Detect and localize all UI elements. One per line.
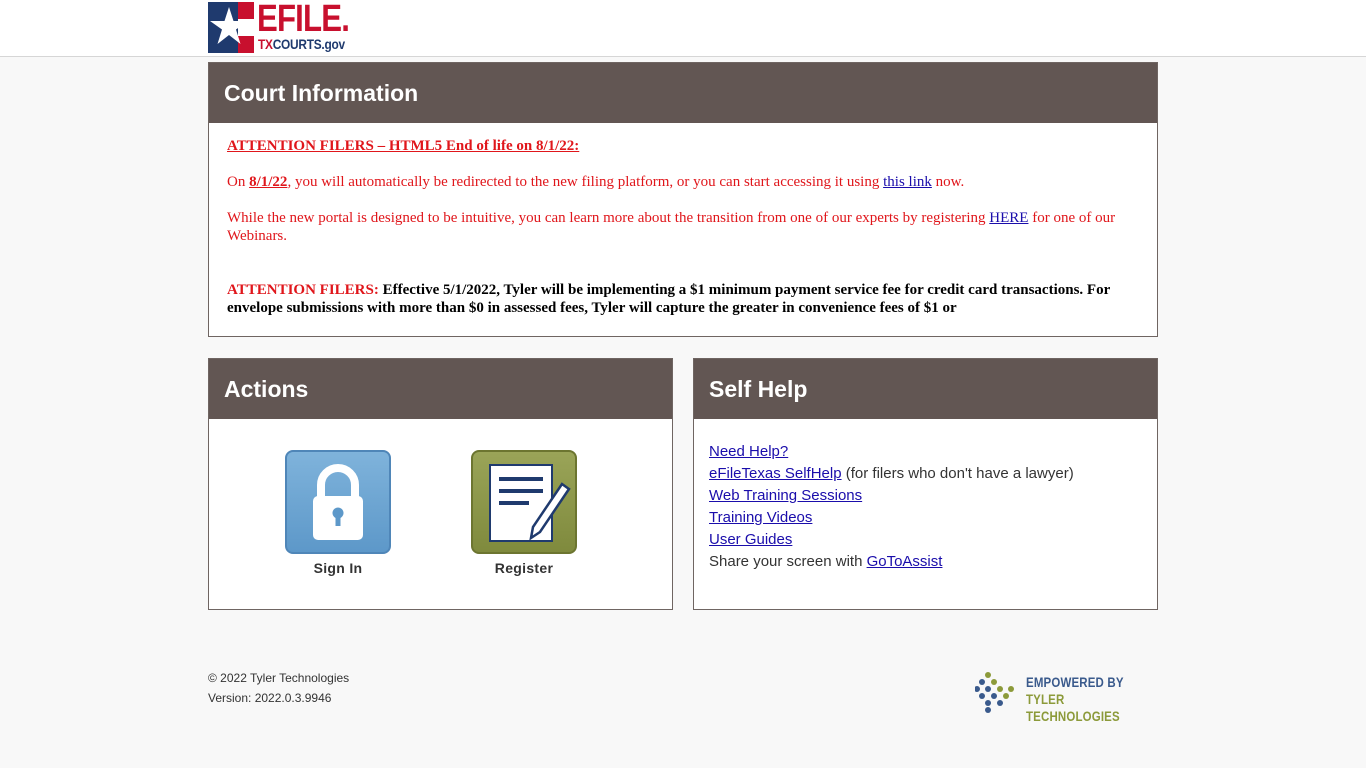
efiletexas-selfhelp-link[interactable]: eFileTexas SelfHelp xyxy=(709,465,842,482)
notice-fee-label: ATTENTION FILERS: xyxy=(227,282,379,298)
user-guides-link[interactable]: User Guides xyxy=(709,531,792,548)
actions-title: Actions xyxy=(209,359,672,419)
self-help-links: Need Help? eFileTexas SelfHelp (for file… xyxy=(694,419,1157,573)
web-training-sessions-link[interactable]: Web Training Sessions xyxy=(709,487,862,504)
texas-star-icon xyxy=(208,2,254,53)
efile-texas-logo[interactable]: EFILE. TXCOURTS.gov xyxy=(208,0,358,54)
copyright-text: © 2022 Tyler Technologies xyxy=(208,671,350,685)
tyler-dots-icon xyxy=(975,672,1014,713)
logo-efile-text: EFILE. xyxy=(257,0,350,40)
empowered-by-tyler-logo: EMPOWERED BY TYLER TECHNOLOGIES xyxy=(975,670,1155,724)
training-videos-link[interactable]: Training Videos xyxy=(709,509,812,526)
cutoff-date: 8/1/22 xyxy=(249,174,288,190)
notice-html5-paragraph-2: While the new portal is designed to be i… xyxy=(227,210,1116,244)
court-information-panel: Court Information ATTENTION FILERS – HTM… xyxy=(208,62,1158,337)
version-text: Version: 2022.0.3.9946 xyxy=(208,691,332,705)
footer: © 2022 Tyler Technologies Version: 2022.… xyxy=(208,668,349,708)
empowered-by-text: EMPOWERED BY xyxy=(1026,674,1124,690)
self-help-title: Self Help xyxy=(694,359,1157,419)
sign-in-button[interactable]: Sign In xyxy=(285,450,391,576)
self-help-panel: Self Help Need Help? eFileTexas SelfHelp… xyxy=(693,358,1158,610)
selfhelp-note: (for filers who don't have a lawyer) xyxy=(841,465,1074,482)
notice-fee-paragraph: ATTENTION FILERS: Effective 5/1/2022, Ty… xyxy=(227,281,1139,317)
notice-html5-paragraph-1: On 8/1/22, you will automatically be red… xyxy=(227,174,965,190)
register-button[interactable]: Register xyxy=(471,450,577,576)
actions-panel: Actions Sign In Register xyxy=(208,358,673,610)
share-screen-text: Share your screen with xyxy=(709,553,867,570)
logo-txcourts-text: TXCOURTS.gov xyxy=(258,36,345,52)
lock-icon[interactable] xyxy=(285,450,391,554)
court-information-title: Court Information xyxy=(209,63,1157,123)
top-bar: EFILE. TXCOURTS.gov xyxy=(0,0,1366,57)
gotoassist-link[interactable]: GoToAssist xyxy=(867,553,943,570)
register-label[interactable]: Register xyxy=(471,560,577,576)
sign-in-label[interactable]: Sign In xyxy=(285,560,391,576)
tyler-technologies-text: TYLER TECHNOLOGIES xyxy=(1026,691,1120,724)
court-information-body[interactable]: ATTENTION FILERS – HTML5 End of life on … xyxy=(209,123,1157,337)
document-pencil-icon[interactable] xyxy=(471,450,577,554)
need-help-link[interactable]: Need Help? xyxy=(709,443,788,460)
new-platform-link[interactable]: this link xyxy=(883,174,932,190)
notice-html5-heading: ATTENTION FILERS – HTML5 End of life on … xyxy=(227,138,580,154)
webinar-register-link[interactable]: HERE xyxy=(989,210,1028,226)
